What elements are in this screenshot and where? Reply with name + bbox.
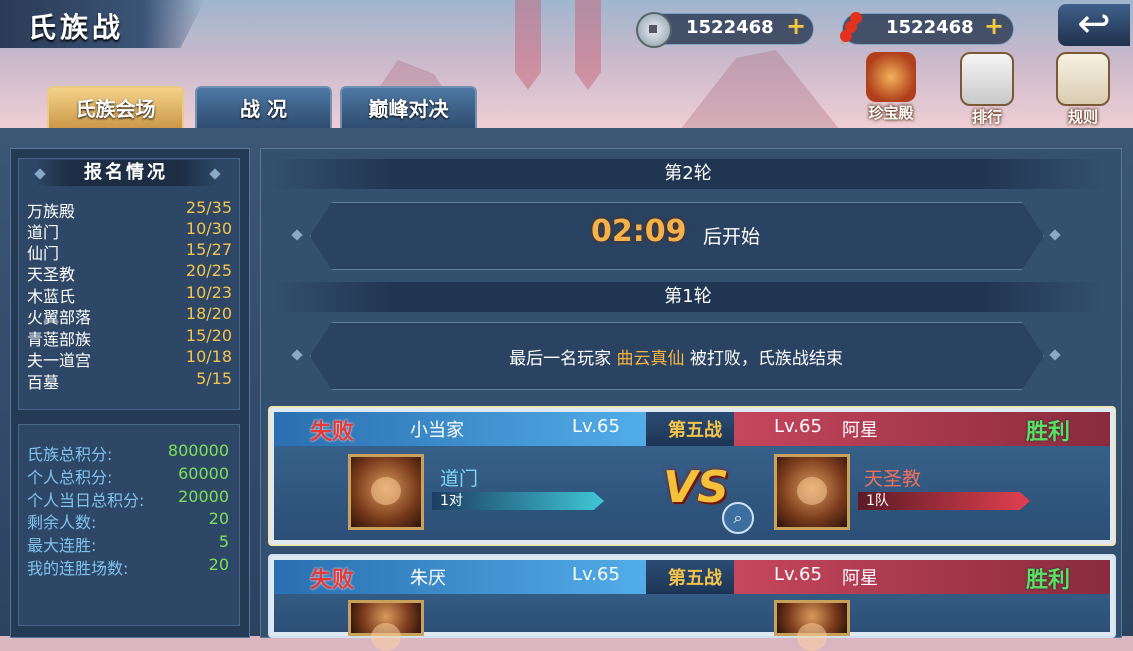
- registration-row: 木蓝氏 10/23: [27, 283, 232, 306]
- clan-count: 10/23: [185, 283, 232, 302]
- clan-name: 天圣教: [27, 265, 76, 284]
- right-result-badge: 胜利: [1025, 567, 1070, 593]
- clan-count: 15/20: [185, 326, 232, 345]
- scenery-banner: [575, 0, 601, 90]
- right-player-avatar[interactable]: [774, 454, 850, 530]
- rules-button[interactable]: 规则: [1047, 52, 1119, 128]
- left-team-pill: 1对: [432, 492, 604, 510]
- fight-number: 第五战: [668, 420, 722, 441]
- clan-name: 夫一道宫: [27, 351, 92, 370]
- ranking-label: 排行: [971, 108, 1002, 126]
- clan-name: 百墓: [27, 373, 60, 392]
- stat-value: 20: [208, 509, 229, 528]
- rules-icon: [1056, 52, 1110, 106]
- left-player-level: Lv.65: [572, 564, 620, 585]
- right-result-badge: 胜利: [1025, 419, 1070, 445]
- registration-row: 天圣教 20/25: [27, 261, 232, 284]
- message-prefix: 最后一名玩家: [509, 349, 612, 369]
- right-player-name: 阿星: [842, 420, 878, 441]
- stat-value: 800000: [167, 441, 229, 460]
- stat-value: 60000: [178, 464, 229, 483]
- silver-value: 1522468: [686, 17, 774, 38]
- stat-row: 剩余人数: 20: [27, 509, 229, 532]
- stat-row: 我的连胜场数: 20: [27, 555, 229, 578]
- clan-count: 15/27: [185, 240, 232, 259]
- registration-row: 夫一道宫 10/18: [27, 347, 232, 370]
- stat-label: 最大连胜:: [27, 536, 97, 555]
- haw-value: 1522468: [886, 17, 974, 38]
- treasure-hall-button[interactable]: 珍宝殿: [855, 52, 927, 128]
- left-player-level: Lv.65: [572, 416, 620, 437]
- round-2-header: 第2轮: [270, 159, 1106, 189]
- left-result-badge: 失败: [310, 567, 355, 593]
- stat-label: 剩余人数:: [27, 513, 97, 532]
- back-button[interactable]: ↩: [1058, 4, 1130, 46]
- clan-count: 20/25: [185, 261, 232, 280]
- right-player-level: Lv.65: [774, 564, 822, 585]
- clan-count: 10/18: [185, 347, 232, 366]
- countdown-suffix: 后开始: [703, 226, 761, 248]
- clan-count: 25/35: [185, 198, 232, 217]
- battle-card: 失败 小当家 Lv.65 第五战 Lv.65 阿星 胜利 道门 1对 VS ⌕ …: [268, 406, 1116, 546]
- right-player-avatar[interactable]: [774, 600, 850, 651]
- magnifier-icon[interactable]: ⌕: [722, 502, 754, 534]
- left-result-badge: 失败: [310, 419, 355, 445]
- stat-value: 5: [218, 532, 229, 551]
- stat-label: 我的连胜场数:: [27, 559, 129, 578]
- right-player-level: Lv.65: [774, 416, 822, 437]
- clan-name: 火翼部落: [27, 308, 92, 327]
- left-player-avatar[interactable]: [348, 454, 424, 530]
- registration-row: 火翼部落 18/20: [27, 304, 232, 327]
- registration-row: 道门 10/30: [27, 219, 232, 242]
- silver-coin-icon: [636, 12, 672, 48]
- message-player[interactable]: 曲云真仙: [617, 349, 685, 369]
- registration-title: 报名情况: [35, 160, 217, 186]
- stat-row: 最大连胜: 5: [27, 532, 229, 555]
- stat-label: 个人总积分:: [27, 468, 113, 487]
- candied-haw-icon: [840, 11, 862, 45]
- scenery-banner: [515, 0, 541, 90]
- registration-row: 仙门 15/27: [27, 240, 232, 263]
- stat-row: 个人当日总积分: 20000: [27, 487, 229, 510]
- add-haw-button[interactable]: +: [984, 12, 1004, 40]
- right-player-name: 阿星: [842, 568, 878, 589]
- rules-label: 规则: [1067, 108, 1098, 126]
- page-title: 氏族战: [28, 11, 125, 44]
- message-suffix: 被打败，氏族战结束: [689, 349, 843, 369]
- clan-count: 18/20: [185, 304, 232, 323]
- treasure-hall-label: 珍宝殿: [868, 104, 914, 122]
- fight-number: 第五战: [668, 568, 722, 589]
- right-clan-name: 天圣教: [864, 468, 922, 490]
- ranking-button[interactable]: 排行: [951, 52, 1023, 128]
- countdown-timer: 02:09: [591, 214, 687, 249]
- tab-peak-duel[interactable]: 巅峰对决: [340, 86, 477, 130]
- left-clan-name: 道门: [440, 468, 479, 490]
- clan-count: 5/15: [196, 369, 232, 388]
- tab-battle-status[interactable]: 战 况: [195, 86, 332, 130]
- registration-row: 青莲部族 15/20: [27, 326, 232, 349]
- battle-card: 失败 朱厌 Lv.65 第五战 Lv.65 阿星 胜利: [268, 554, 1116, 651]
- stat-row: 氏族总积分: 800000: [27, 441, 229, 464]
- clan-count: 10/30: [185, 219, 232, 238]
- left-player-avatar[interactable]: [348, 600, 424, 651]
- add-silver-button[interactable]: +: [786, 12, 806, 40]
- stat-row: 个人总积分: 60000: [27, 464, 229, 487]
- round-1-message: 最后一名玩家 曲云真仙 被打败，氏族战结束: [310, 344, 1042, 369]
- left-player-name: 小当家: [410, 420, 464, 441]
- back-arrow-icon: ↩: [1077, 1, 1111, 47]
- stat-value: 20: [208, 555, 229, 574]
- right-team-pill: 1队: [858, 492, 1030, 510]
- registration-row: 百墓 5/15: [27, 369, 232, 392]
- registration-row: 万族殿 25/35: [27, 198, 232, 221]
- stat-value: 20000: [178, 487, 229, 506]
- stat-label: 个人当日总积分:: [27, 491, 145, 510]
- left-player-name: 朱厌: [410, 568, 446, 589]
- treasure-hall-icon: [866, 52, 916, 102]
- ranking-icon: [960, 52, 1014, 106]
- stat-label: 氏族总积分:: [27, 445, 113, 464]
- tab-clan-arena[interactable]: 氏族会场: [47, 86, 184, 130]
- round-1-header: 第1轮: [270, 282, 1106, 312]
